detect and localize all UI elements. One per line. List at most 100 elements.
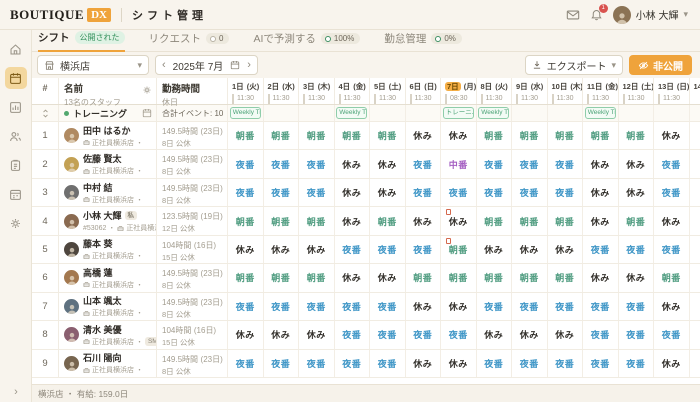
shift-cell[interactable]: 朝番 — [227, 207, 263, 234]
shift-cell[interactable]: 休み — [476, 236, 512, 263]
shift-cell[interactable]: 朝番 — [547, 122, 583, 149]
training-day-cell[interactable] — [369, 105, 405, 121]
shift-cell[interactable]: 休み — [369, 150, 405, 177]
shift-cell[interactable]: 夜番 — [618, 321, 654, 348]
unpublish-button[interactable]: 非公開 — [629, 55, 692, 75]
training-day-cell[interactable] — [298, 105, 334, 121]
training-event-badge[interactable]: Weekly Tr... — [478, 107, 509, 119]
shift-cell[interactable]: 夜番 — [298, 350, 334, 377]
training-event-badge[interactable]: Weekly Tr... — [336, 107, 367, 119]
shift-cell[interactable]: 夜番 — [618, 236, 654, 263]
shift-cell[interactable]: 朝番 — [298, 264, 334, 291]
shift-cell[interactable]: 夜番 — [653, 321, 689, 348]
shift-cell[interactable]: 夜番 — [334, 350, 370, 377]
shift-cell[interactable]: 夜番 — [476, 179, 512, 206]
shift-cell[interactable]: 朝番 — [334, 122, 370, 149]
shift-cell[interactable]: 朝番 — [547, 264, 583, 291]
shift-cell[interactable]: 夜番 — [405, 321, 441, 348]
staff-name-cell[interactable]: 藤本 葵正社員横浜店 ・ — [58, 236, 156, 263]
shift-cell[interactable]: 夜番 — [511, 350, 547, 377]
shift-cell[interactable] — [689, 350, 700, 377]
shift-cell[interactable]: 休み — [405, 207, 441, 234]
shift-cell[interactable]: 休み — [227, 321, 263, 348]
collapse-icon[interactable] — [32, 105, 58, 121]
tab-request[interactable]: リクエスト 0 — [149, 31, 230, 51]
shift-cell[interactable]: 朝番 — [369, 122, 405, 149]
shift-cell[interactable]: 夜番 — [511, 179, 547, 206]
training-day-cell[interactable] — [405, 105, 441, 121]
shift-cell[interactable]: 夜番 — [476, 293, 512, 320]
calendar-icon[interactable] — [230, 60, 240, 70]
shift-cell[interactable]: 夜番 — [227, 350, 263, 377]
training-day-cell[interactable] — [547, 105, 583, 121]
shift-cell[interactable]: 休み — [440, 122, 476, 149]
shift-cell[interactable]: 休み — [653, 122, 689, 149]
staff-name-cell[interactable]: 中村 結正社員横浜店 ・ — [58, 179, 156, 206]
shift-cell[interactable]: 朝番 — [476, 122, 512, 149]
shift-cell[interactable]: 夜番 — [369, 293, 405, 320]
shift-cell[interactable]: 休み — [618, 150, 654, 177]
sidebar-item-home[interactable] — [5, 38, 27, 60]
tab-shift[interactable]: シフト 公開された — [38, 30, 125, 52]
shift-cell[interactable]: 夜番 — [263, 350, 299, 377]
shift-cell[interactable]: 夜番 — [334, 293, 370, 320]
training-day-cell[interactable] — [689, 105, 700, 121]
shift-cell[interactable]: 夜番 — [582, 350, 618, 377]
shift-cell[interactable]: 朝番 — [511, 122, 547, 149]
shift-cell[interactable] — [689, 179, 700, 206]
shift-cell[interactable]: 夜番 — [369, 350, 405, 377]
shift-cell[interactable]: 夜番 — [653, 150, 689, 177]
mail-icon[interactable] — [566, 8, 580, 22]
shift-cell[interactable]: 夜番 — [582, 236, 618, 263]
sidebar-item-schedule[interactable] — [5, 183, 27, 205]
shift-cell[interactable]: 休み — [511, 321, 547, 348]
shift-cell[interactable]: 休み — [334, 264, 370, 291]
shift-cell[interactable]: 休み — [618, 179, 654, 206]
shift-cell[interactable]: 休み — [440, 350, 476, 377]
shift-cell[interactable]: 夜番 — [298, 293, 334, 320]
shift-cell[interactable]: 夜番 — [653, 179, 689, 206]
shift-cell[interactable]: 朝番 — [440, 236, 476, 263]
training-event-badge[interactable]: Weekly Tr... — [585, 107, 616, 119]
shift-cell[interactable]: 夜番 — [440, 179, 476, 206]
shift-cell[interactable]: 朝番 — [369, 207, 405, 234]
training-day-cell[interactable] — [618, 105, 654, 121]
sidebar-item-settings[interactable] — [5, 212, 27, 234]
shift-cell[interactable]: 夜番 — [547, 293, 583, 320]
shift-cell[interactable]: 夜番 — [511, 150, 547, 177]
training-day-cell[interactable]: トレーニ... — [440, 105, 476, 121]
shift-cell[interactable]: 朝番 — [263, 207, 299, 234]
shift-cell[interactable]: 夜番 — [547, 150, 583, 177]
shift-cell[interactable]: 夜番 — [547, 350, 583, 377]
shift-cell[interactable]: 夜番 — [334, 236, 370, 263]
shift-cell[interactable]: 夜番 — [476, 350, 512, 377]
sidebar-item-staff[interactable] — [5, 125, 27, 147]
shift-cell[interactable]: 休み — [263, 321, 299, 348]
shift-cell[interactable]: 夜番 — [582, 293, 618, 320]
shift-cell[interactable]: 休み — [298, 321, 334, 348]
shift-cell[interactable]: 夜番 — [618, 350, 654, 377]
shift-cell[interactable]: 休み — [653, 207, 689, 234]
shift-cell[interactable]: 休み — [440, 207, 476, 234]
shift-cell[interactable]: 休み — [618, 264, 654, 291]
shift-cell[interactable]: 夜番 — [227, 179, 263, 206]
shift-cell[interactable]: 夜番 — [653, 236, 689, 263]
gear-icon[interactable] — [142, 85, 152, 95]
shift-cell[interactable]: 休み — [405, 122, 441, 149]
shift-cell[interactable]: 夜番 — [298, 179, 334, 206]
training-day-cell[interactable] — [511, 105, 547, 121]
shift-cell[interactable]: 朝番 — [476, 207, 512, 234]
shift-cell[interactable]: 休み — [582, 179, 618, 206]
shift-cell[interactable]: 休み — [582, 264, 618, 291]
shift-cell[interactable]: 休み — [547, 236, 583, 263]
shift-cell[interactable]: 朝番 — [405, 264, 441, 291]
bell-icon[interactable]: 1 — [590, 8, 603, 22]
shift-cell[interactable]: 夜番 — [476, 150, 512, 177]
shift-cell[interactable]: 休み — [511, 236, 547, 263]
next-month-chevron[interactable]: › — [247, 60, 251, 71]
training-day-cell[interactable]: Weekly Tr... — [227, 105, 263, 121]
shift-cell[interactable]: 夜番 — [440, 321, 476, 348]
user-menu[interactable]: 小林 大輝 ▾ — [613, 6, 688, 24]
shift-cell[interactable]: 夜番 — [263, 293, 299, 320]
training-day-cell[interactable]: Weekly Tr... — [582, 105, 618, 121]
